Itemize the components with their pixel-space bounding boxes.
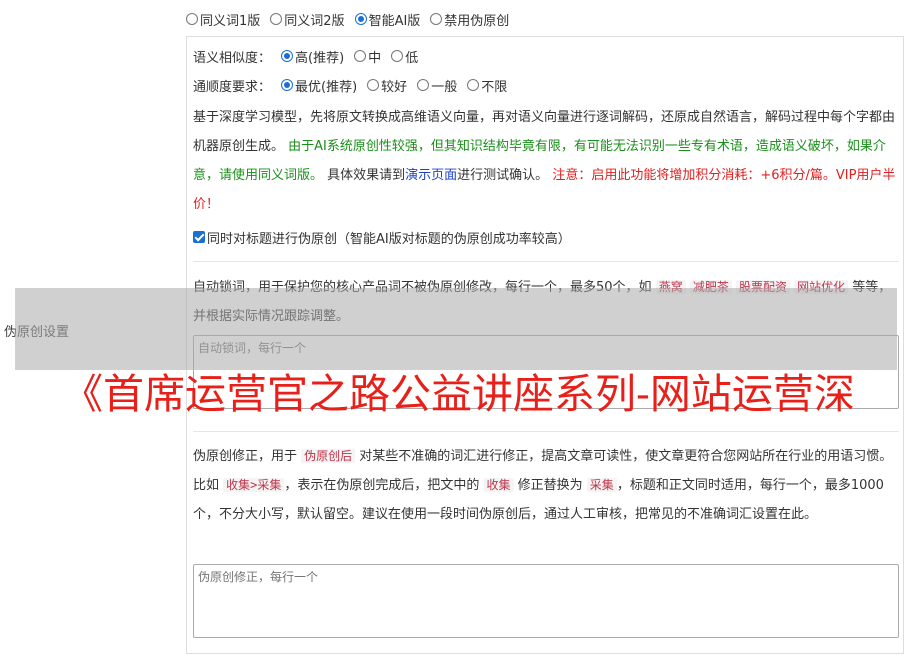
radio-selected-icon xyxy=(281,79,294,91)
mode-option-synonym1[interactable]: 同义词1版 xyxy=(186,10,260,29)
mode-option-ai[interactable]: 智能AI版 xyxy=(354,10,420,29)
correction-input[interactable] xyxy=(193,564,899,638)
radio-icon xyxy=(430,13,443,25)
watermark-text: 《首席运营官之路公益讲座系列-网站运营深 xyxy=(62,370,855,418)
code-snippet: 收集 xyxy=(483,478,514,492)
fluency-option-normal[interactable]: 一般 xyxy=(417,76,457,95)
title-rewrite-checkbox[interactable]: 同时对标题进行伪原创（智能AI版对标题的伪原创成功率较高） xyxy=(193,226,571,248)
radio-icon xyxy=(270,13,283,25)
fluency-option-good[interactable]: 较好 xyxy=(367,76,407,95)
fluency-label: 通顺度要求： xyxy=(193,79,272,95)
similarity-option-medium[interactable]: 中 xyxy=(354,47,381,66)
radio-icon xyxy=(367,79,380,91)
fluency-option-unlimited[interactable]: 不限 xyxy=(467,76,507,95)
radio-selected-icon xyxy=(354,13,367,25)
similarity-label: 语义相似度： xyxy=(193,50,272,66)
radio-icon xyxy=(391,50,404,62)
correction-description: 伪原创修正，用于 伪原创后 对某些不准确的词汇进行修正，提高文章可读性，使文章更… xyxy=(193,449,893,522)
ai-description: 基于深度学习模型，先将原文转换成高维语义向量，再对语义向量进行逐词解码，还原成自… xyxy=(193,110,896,212)
mode-option-disable[interactable]: 禁用伪原创 xyxy=(430,10,509,29)
mode-option-synonym2[interactable]: 同义词2版 xyxy=(270,10,345,29)
similarity-row: 语义相似度： 高(推荐) 中 低 xyxy=(193,45,418,67)
divider xyxy=(193,431,899,432)
fluency-row: 通顺度要求： 最优(推荐) 较好 一般 不限 xyxy=(193,74,507,96)
code-snippet: 收集>采集 xyxy=(223,478,285,492)
radio-icon xyxy=(467,79,480,91)
radio-selected-icon xyxy=(281,50,294,62)
code-snippet: 伪原创后 xyxy=(301,449,356,463)
fluency-option-best[interactable]: 最优(推荐) xyxy=(281,76,357,95)
similarity-option-low[interactable]: 低 xyxy=(391,47,418,66)
demo-page-link[interactable]: 演示页面 xyxy=(405,168,457,183)
divider xyxy=(193,261,899,262)
radio-icon xyxy=(417,79,430,91)
mode-radio-group: 同义词1版 同义词2版 智能AI版 禁用伪原创 xyxy=(186,8,509,30)
radio-icon xyxy=(186,13,198,25)
similarity-option-high[interactable]: 高(推荐) xyxy=(281,47,344,66)
overlay-band xyxy=(15,288,897,370)
code-snippet: 采集 xyxy=(586,478,617,492)
radio-icon xyxy=(354,50,367,62)
checkbox-checked-icon xyxy=(193,231,205,243)
